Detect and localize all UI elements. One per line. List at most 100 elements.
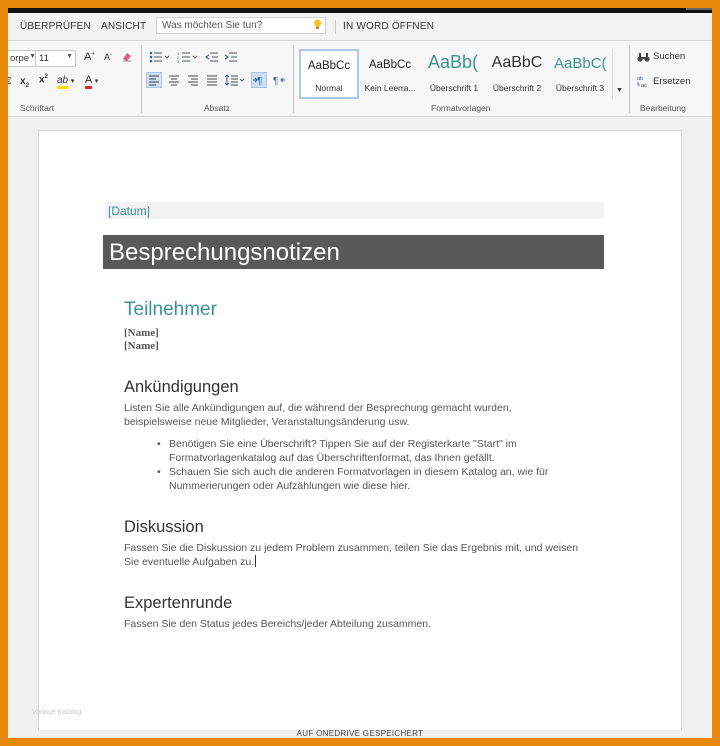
list-item[interactable]: • Benötigen Sie eine Überschrift? Tippen…	[157, 437, 548, 465]
numbered-list-icon[interactable]: 123	[177, 51, 199, 63]
ltr-paragraph-icon: ¶	[253, 76, 262, 87]
group-divider	[293, 45, 294, 113]
ribbon: orpe ▼ 11 ▼ A+ A- € x2 x2 ab ▾ A ▾ Schrift…	[8, 41, 712, 117]
heading-discussion[interactable]: Diskussion	[124, 518, 204, 537]
style-preview: AaBb(	[428, 52, 479, 72]
chevron-down-icon: ▼	[616, 87, 623, 94]
lightbulb-icon	[313, 19, 322, 29]
line-spacing-icon[interactable]	[224, 73, 246, 87]
watermark-text: Vorlage Katalog	[32, 709, 82, 716]
style-caption: Überschrift 2	[492, 83, 542, 93]
group-divider	[629, 45, 630, 113]
binoculars-icon	[637, 53, 650, 62]
participant-name[interactable]: [Name]	[124, 340, 159, 352]
superscript-icon[interactable]: x2	[39, 74, 48, 85]
font-size-combo[interactable]: 11 ▼	[35, 50, 76, 67]
text-cursor	[255, 555, 257, 567]
tab-view[interactable]: ANSICHT	[101, 21, 146, 32]
increase-indent-icon[interactable]	[224, 51, 238, 63]
document-canvas: [Datum] Besprechungsnotizen Teilnehmer […	[8, 117, 712, 738]
tell-me-placeholder: Was möchten Sie tun?	[162, 20, 263, 31]
svg-text:ac: ac	[641, 83, 647, 88]
heading-announcements[interactable]: Ankündigungen	[124, 378, 239, 397]
group-divider	[141, 45, 142, 113]
document-title[interactable]: Besprechungsnotizen	[109, 239, 340, 267]
style-preview: AaBbCc	[368, 59, 412, 71]
find-label: Suchen	[653, 51, 686, 62]
style-heading-1[interactable]: AaBb( Überschrift 1	[424, 49, 484, 99]
highlight-icon[interactable]: ab ▾	[57, 75, 74, 89]
app-window: ÜBERPRÜFEN ANSICHT Was möchten Sie tun? …	[8, 8, 712, 738]
ribbon-tab-bar: ÜBERPRÜFEN ANSICHT Was möchten Sie tun? …	[8, 13, 712, 41]
open-in-word-button[interactable]: IN WORD ÖFFNEN	[343, 21, 434, 32]
style-preview: AaBbC	[491, 54, 543, 71]
paragraph-group-label: Absatz	[204, 103, 230, 113]
svg-text:3: 3	[177, 59, 180, 63]
style-normal[interactable]: AaBbCc Normal	[299, 49, 359, 99]
bullet-glyph: •	[157, 466, 161, 478]
styles-more-button[interactable]: ▼	[612, 49, 625, 99]
styles-group-label: Formatvorlagen	[431, 103, 491, 113]
font-name-value: orpe	[10, 53, 30, 64]
bullet-list-icon[interactable]	[149, 51, 171, 63]
text-line: Fassen Sie die Diskussion zu jedem Probl…	[124, 542, 579, 554]
decrease-indent-icon[interactable]	[205, 51, 219, 63]
svg-text:¶: ¶	[273, 76, 278, 87]
clear-format-icon[interactable]	[121, 51, 133, 63]
align-left-button[interactable]	[146, 72, 162, 88]
replace-icon: abac	[637, 76, 647, 88]
status-bar: AUF ONEDRIVE GESPEICHERT	[8, 729, 712, 738]
style-caption: Überschrift 1	[429, 83, 479, 93]
text-line: Nummerierungen oder Aufzählungen wie die…	[169, 480, 411, 492]
style-caption: Überschrift 3	[555, 83, 605, 93]
announcements-text[interactable]: Listen Sie alle Ankündigungen auf, die w…	[124, 401, 512, 429]
text-line: beispielsweise neue Mitglieder, Veransta…	[124, 416, 410, 428]
strikethrough-icon[interactable]: €	[8, 76, 12, 87]
editing-group-label: Bearbeitung	[640, 103, 686, 113]
text-line: Formatvorlagenkatalog auf das Überschrif…	[169, 452, 495, 464]
text-line: Sie eventuelle Aufgaben zu.	[124, 555, 578, 569]
heading-experts[interactable]: Expertenrunde	[124, 594, 232, 613]
align-center-icon[interactable]	[167, 73, 181, 87]
shrink-font-icon[interactable]: A-	[104, 52, 112, 62]
style-caption: Kein Leerra...	[364, 83, 416, 93]
text-line: Listen Sie alle Ankündigungen auf, die w…	[124, 402, 512, 414]
announcements-bullet-list: • Benötigen Sie eine Überschrift? Tippen…	[157, 437, 549, 493]
heading-participants[interactable]: Teilnehmer	[124, 299, 217, 321]
tell-me-search[interactable]: Was möchten Sie tun?	[156, 17, 326, 34]
window-control-mark	[686, 8, 712, 10]
participant-name[interactable]: [Name]	[124, 327, 159, 339]
date-field-background	[105, 202, 604, 219]
font-group-label: Schriftart	[20, 103, 55, 113]
experts-text[interactable]: Fassen Sie den Status jedes Bereichs/jed…	[124, 617, 431, 631]
ltr-button[interactable]: ¶	[251, 72, 267, 88]
style-preview: AaBbCc	[307, 60, 351, 72]
style-heading-2[interactable]: AaBbC Überschrift 2	[487, 49, 547, 99]
tab-review[interactable]: ÜBERPRÜFEN	[20, 21, 91, 32]
discussion-text[interactable]: Fassen Sie die Diskussion zu jedem Probl…	[124, 541, 578, 569]
date-placeholder[interactable]: [Datum]	[108, 204, 150, 218]
replace-label: Ersetzen	[653, 76, 691, 87]
text-line: Schauen Sie sich auch die anderen Format…	[169, 466, 549, 478]
text-line: Benötigen Sie eine Überschrift? Tippen S…	[169, 438, 517, 450]
list-item[interactable]: • Schauen Sie sich auch die anderen Form…	[157, 465, 549, 493]
text-run: Sie eventuelle Aufgaben zu.	[124, 556, 255, 568]
subscript-icon[interactable]: x2	[20, 76, 29, 89]
svg-text:ab: ab	[637, 76, 643, 82]
save-status: AUF ONEDRIVE GESPEICHERT	[296, 729, 424, 738]
justify-icon[interactable]	[205, 73, 219, 87]
style-caption: Normal	[315, 83, 343, 93]
document-page[interactable]: [Datum] Besprechungsnotizen Teilnehmer […	[38, 130, 682, 738]
chevron-down-icon: ▼	[66, 53, 73, 60]
grow-font-icon[interactable]: A+	[84, 51, 95, 63]
tab-divider	[335, 20, 336, 34]
svg-text:¶: ¶	[257, 76, 262, 87]
rtl-paragraph-icon[interactable]: ¶	[272, 73, 286, 87]
font-color-icon[interactable]: A ▾	[85, 74, 98, 89]
font-size-value: 11	[39, 53, 49, 64]
style-no-spacing[interactable]: AaBbCc Kein Leerra...	[360, 49, 420, 99]
align-right-icon[interactable]	[186, 73, 200, 87]
style-heading-3[interactable]: AaBbC( Überschrift 3	[550, 49, 610, 99]
style-preview: AaBbC(	[554, 55, 607, 72]
bullet-glyph: •	[157, 438, 161, 450]
